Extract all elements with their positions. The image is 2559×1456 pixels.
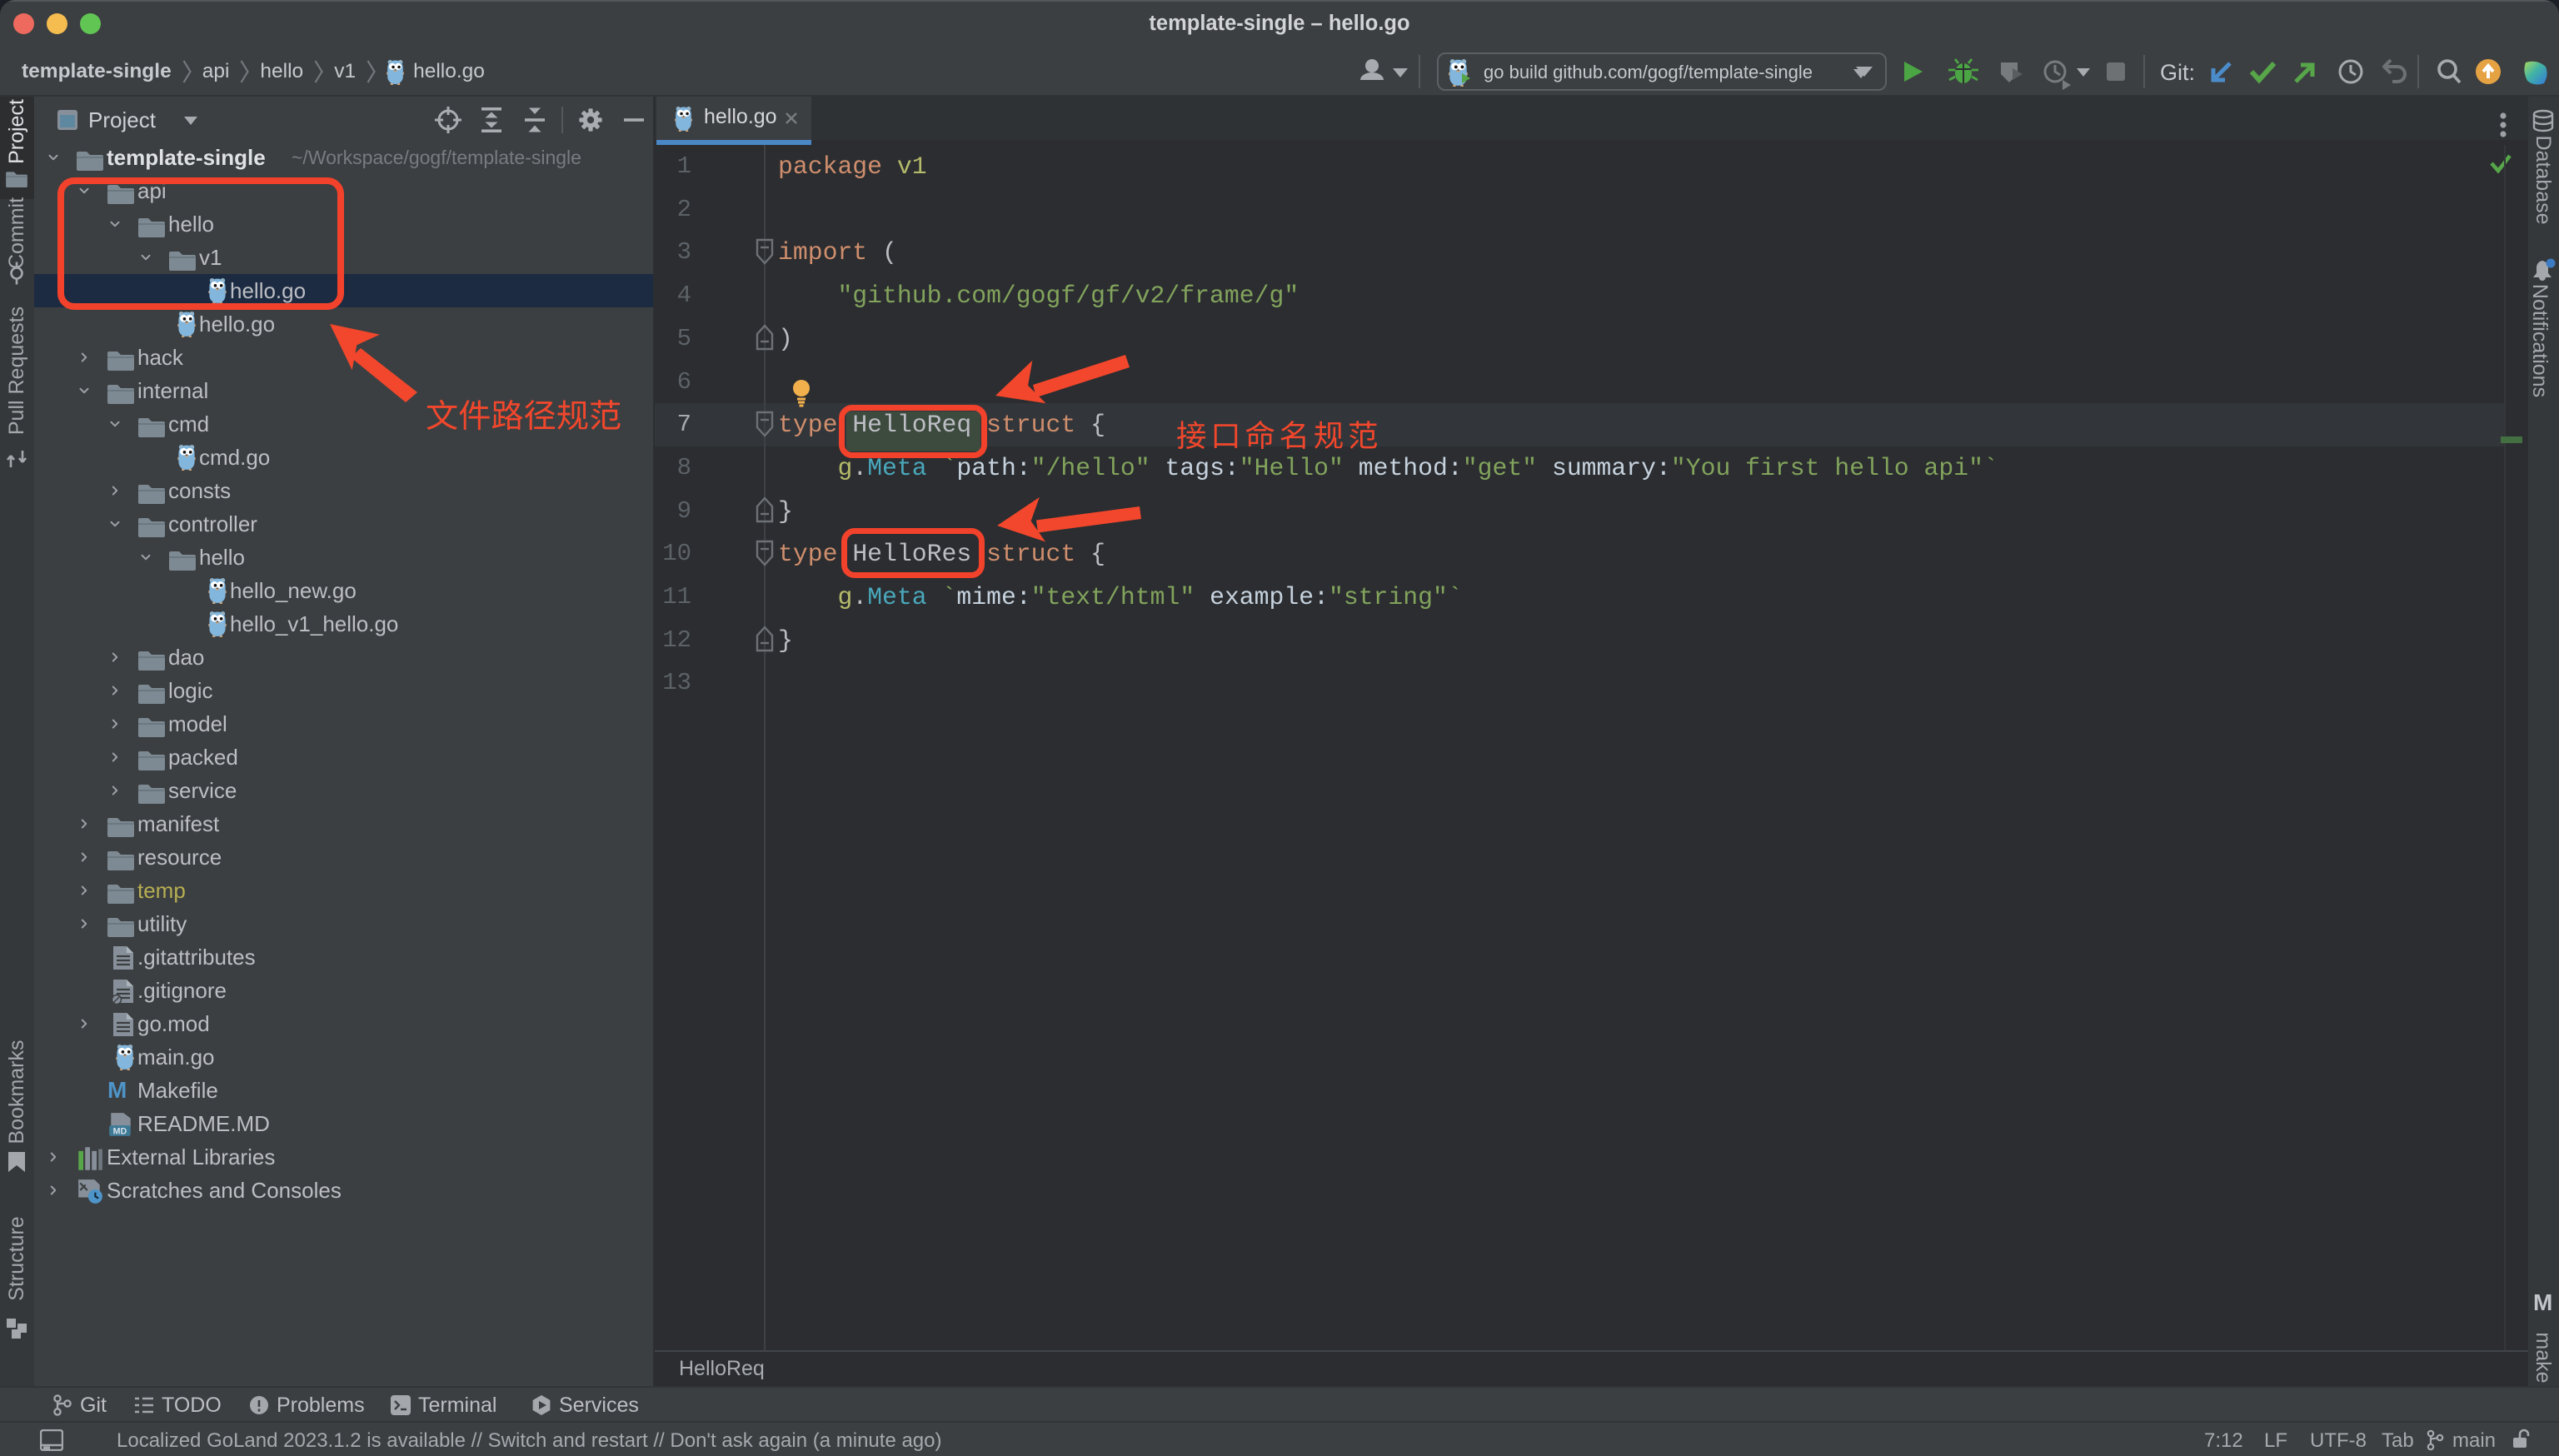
svg-text:Git:: Git:: [2160, 60, 2195, 85]
svg-text:MD: MD: [113, 1127, 127, 1137]
